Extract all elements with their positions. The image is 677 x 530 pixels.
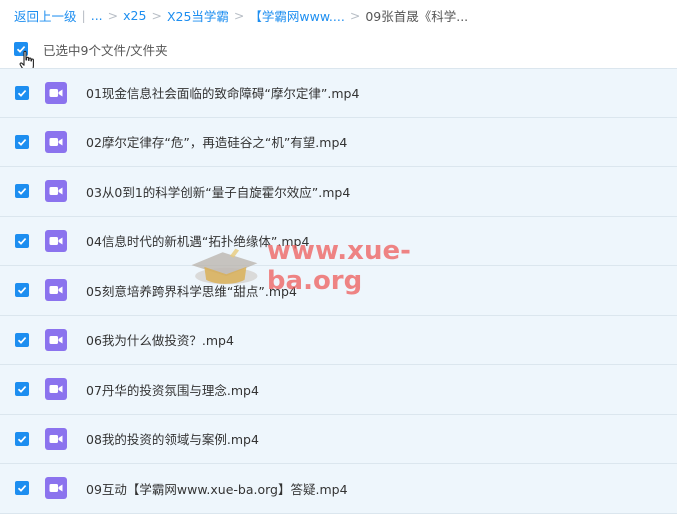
file-row[interactable]: 07丹华的投资氛围与理念.mp4 xyxy=(0,365,677,415)
file-row[interactable]: 06我为什么做投资？.mp4 xyxy=(0,315,677,365)
video-file-icon xyxy=(45,279,67,302)
breadcrumb-separator: > xyxy=(349,7,361,23)
checkmark-icon xyxy=(17,138,27,146)
file-row[interactable]: 04信息时代的新机遇“拓扑绝缘体”.mp4 xyxy=(0,216,677,266)
file-checkbox[interactable] xyxy=(15,134,29,149)
checkmark-icon xyxy=(17,386,27,394)
file-checkbox[interactable] xyxy=(15,332,29,347)
video-file-icon xyxy=(45,180,67,203)
breadcrumb-item-xuebawang[interactable]: 【学霸网www.... xyxy=(249,6,344,25)
file-name[interactable]: 05刻意培养跨界科学思维“甜点”.mp4 xyxy=(86,281,297,300)
checkmark-icon xyxy=(17,336,27,344)
selection-bar: 已选中9个文件/文件夹 xyxy=(14,38,168,60)
file-row[interactable]: 08我的投资的领域与案例.mp4 xyxy=(0,414,677,464)
file-name[interactable]: 04信息时代的新机遇“拓扑绝缘体”.mp4 xyxy=(86,231,309,250)
file-name[interactable]: 06我为什么做投资？.mp4 xyxy=(86,330,234,349)
file-checkbox[interactable] xyxy=(15,382,29,397)
checkmark-icon xyxy=(17,89,27,97)
file-name[interactable]: 08我的投资的领域与案例.mp4 xyxy=(86,429,259,448)
breadcrumb-separator: | xyxy=(81,7,86,23)
file-name[interactable]: 03从0到1的科学创新“量子自旋霍尔效应”.mp4 xyxy=(86,182,350,201)
file-name[interactable]: 07丹华的投资氛围与理念.mp4 xyxy=(86,380,259,399)
file-checkbox[interactable] xyxy=(15,233,29,248)
file-list: 01现金信息社会面临的致命障碍“摩尔定律”.mp4 02摩尔定律存“危”，再造硅谷… xyxy=(0,68,677,514)
breadcrumb-separator: > xyxy=(151,7,162,23)
breadcrumb-separator: > xyxy=(233,7,245,23)
file-checkbox[interactable] xyxy=(15,283,29,298)
breadcrumb-item-x25-xueba[interactable]: X25当学霸 xyxy=(167,6,229,25)
file-name[interactable]: 09互动【学霸网www.xue-ba.org】答疑.mp4 xyxy=(86,479,348,498)
checkmark-icon xyxy=(17,188,27,196)
video-file-icon xyxy=(45,229,67,252)
video-file-icon xyxy=(45,130,67,153)
file-row[interactable]: 05刻意培养跨界科学思维“甜点”.mp4 xyxy=(0,266,677,316)
file-name[interactable]: 02摩尔定律存“危”，再造硅谷之“机”有望.mp4 xyxy=(86,132,347,151)
video-file-icon xyxy=(45,378,67,401)
breadcrumb: 返回上一级 | ... > x25 > X25当学霸 > 【学霸网www....… xyxy=(14,5,468,25)
select-all-checkbox[interactable] xyxy=(14,42,28,56)
file-checkbox[interactable] xyxy=(15,85,29,100)
file-row[interactable]: 02摩尔定律存“危”，再造硅谷之“机”有望.mp4 xyxy=(0,117,677,167)
file-row[interactable]: 03从0到1的科学创新“量子自旋霍尔效应”.mp4 xyxy=(0,167,677,217)
checkmark-icon xyxy=(16,46,26,53)
file-row[interactable]: 01现金信息社会面临的致命障碍“摩尔定律”.mp4 xyxy=(0,68,677,118)
video-file-icon xyxy=(45,328,67,351)
checkmark-icon xyxy=(17,485,27,493)
breadcrumb-separator: > xyxy=(107,7,119,23)
back-link[interactable]: 返回上一级 xyxy=(14,6,77,25)
breadcrumb-ellipsis[interactable]: ... xyxy=(91,8,103,23)
video-file-icon xyxy=(45,427,67,450)
video-file-icon xyxy=(45,477,67,500)
file-checkbox[interactable] xyxy=(15,481,29,496)
checkmark-icon xyxy=(17,435,27,443)
file-checkbox[interactable] xyxy=(15,184,29,199)
checkmark-icon xyxy=(17,287,27,295)
checkmark-icon xyxy=(17,237,27,245)
file-name[interactable]: 01现金信息社会面临的致命障碍“摩尔定律”.mp4 xyxy=(86,83,359,102)
file-checkbox[interactable] xyxy=(15,431,29,446)
video-file-icon xyxy=(45,81,67,104)
file-row[interactable]: 09互动【学霸网www.xue-ba.org】答疑.mp4 xyxy=(0,464,677,514)
selection-count-label: 已选中9个文件/文件夹 xyxy=(43,42,168,58)
breadcrumb-current: 09张首晟《科学... xyxy=(365,8,469,24)
breadcrumb-item-x25[interactable]: x25 xyxy=(123,8,146,23)
